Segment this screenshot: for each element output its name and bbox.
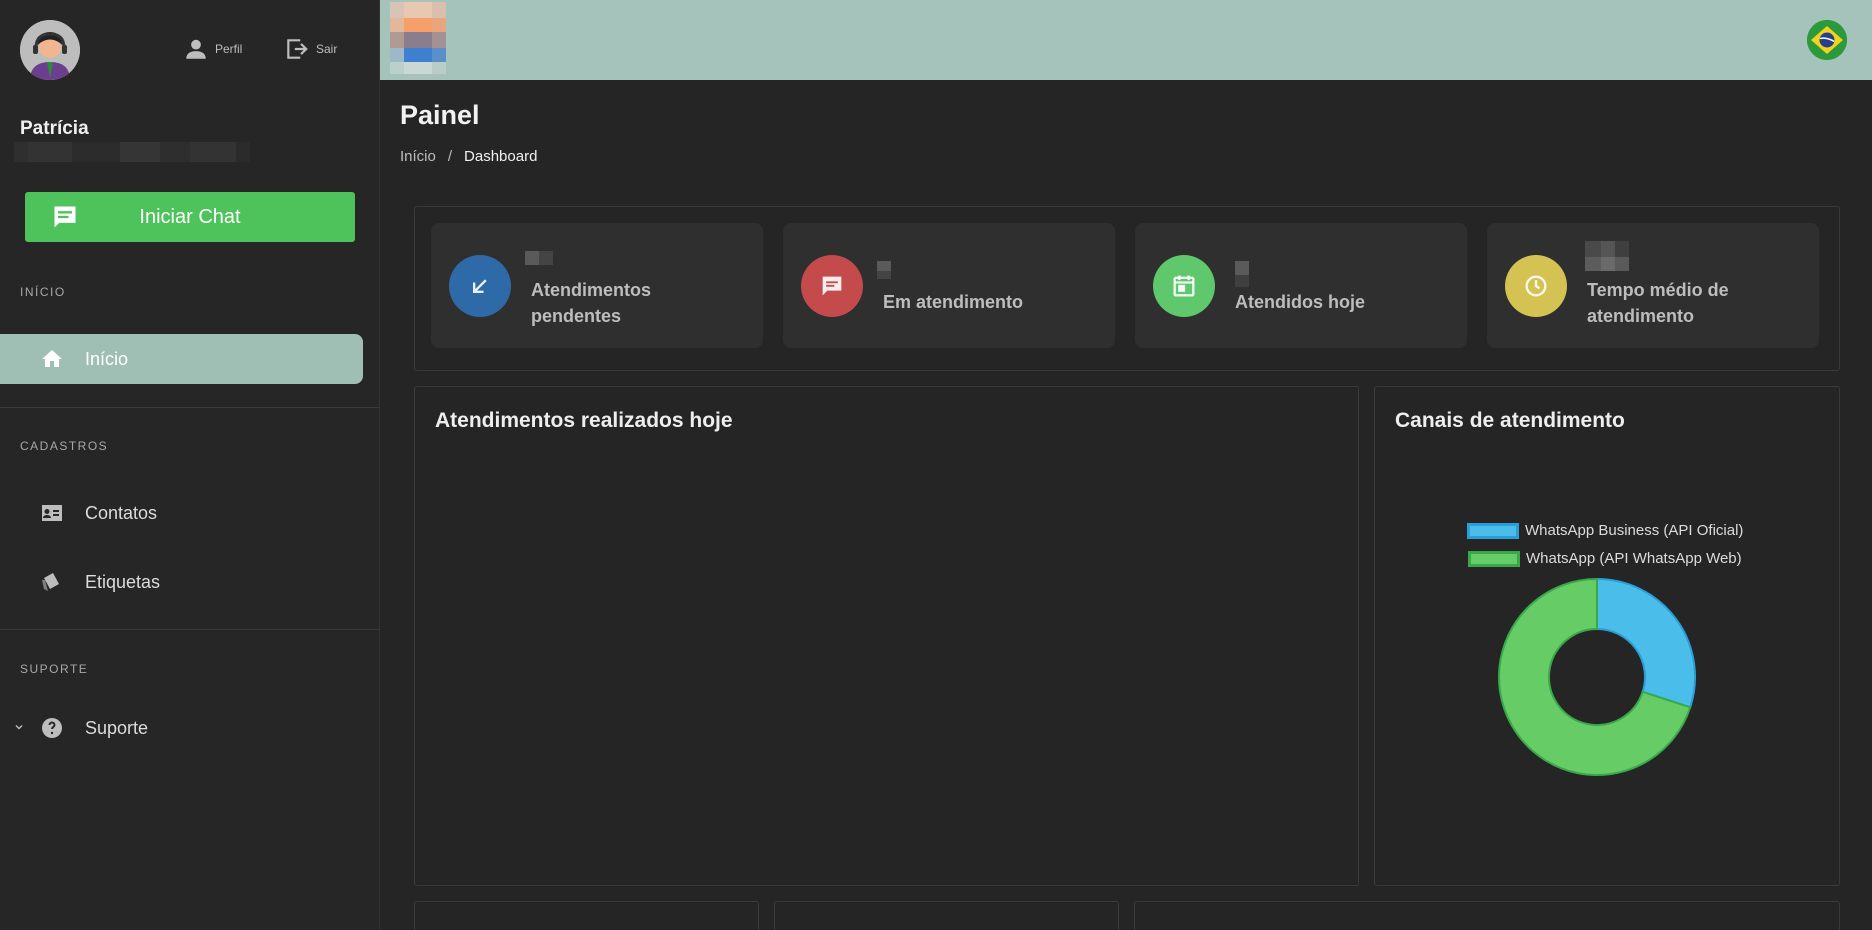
start-chat-button[interactable]: Iniciar Chat xyxy=(25,192,355,242)
tag-icon xyxy=(42,573,59,591)
logout-link[interactable]: Sair xyxy=(284,36,337,62)
stat-label-line2: pendentes xyxy=(531,306,622,326)
divider xyxy=(0,407,380,408)
section-cadastros: CADASTROS xyxy=(20,439,109,453)
breadcrumb: Início / Dashboard xyxy=(400,148,537,165)
chevron-down-icon xyxy=(15,725,23,730)
clock-icon xyxy=(1525,275,1547,297)
stat-icon-wrapper xyxy=(801,255,863,317)
breadcrumb-separator: / xyxy=(447,148,453,165)
stat-label-line1: Atendidos hoje xyxy=(1235,292,1365,312)
stat-card-in-progress: Em atendimento xyxy=(783,223,1115,348)
stat-label: Atendidos hoje xyxy=(1235,289,1365,315)
stat-value-redacted xyxy=(525,251,553,265)
help-icon xyxy=(42,718,62,738)
chat-icon xyxy=(822,276,842,296)
stat-label-line2: atendimento xyxy=(1587,306,1695,326)
donut-chart xyxy=(1498,577,1696,776)
home-icon xyxy=(42,350,62,367)
sidebar-item-etiquetas[interactable]: Etiquetas xyxy=(0,557,363,607)
brazil-flag-icon xyxy=(1807,20,1847,60)
legend-label: WhatsApp (API WhatsApp Web) xyxy=(1526,550,1742,567)
contact-card-icon xyxy=(42,505,62,521)
divider xyxy=(0,629,380,630)
stat-label-line1: Tempo médio de xyxy=(1587,280,1729,300)
page-title: Painel xyxy=(400,100,480,130)
sidebar-item-label: Suporte xyxy=(85,717,149,738)
language-flag-button[interactable] xyxy=(1807,20,1847,60)
sidebar-item-label: Etiquetas xyxy=(85,571,161,592)
sidebar-item-label: Início xyxy=(85,348,129,369)
breadcrumb-home[interactable]: Início xyxy=(400,148,436,165)
user-icon xyxy=(186,39,206,59)
legend-swatch xyxy=(1468,550,1520,567)
panel-bottom-2 xyxy=(774,901,1119,930)
panel-today-attendances: Atendimentos realizados hoje xyxy=(414,386,1359,886)
stat-label: Em atendimento xyxy=(883,289,1023,315)
sidebar: Perfil Sair Patrícia Iniciar Chat INÍCIO… xyxy=(0,0,380,930)
sidebar-item-inicio[interactable]: Início xyxy=(0,334,363,384)
arrow-down-left-icon xyxy=(473,279,487,293)
stat-card-avg-time: Tempo médio de atendimento xyxy=(1487,223,1819,348)
profile-label: Perfil xyxy=(215,42,243,56)
user-name: Patrícia xyxy=(20,118,89,139)
calendar-icon xyxy=(1173,275,1195,297)
sidebar-item-label: Contatos xyxy=(85,502,158,523)
donut-slice-0[interactable] xyxy=(1596,577,1696,709)
sidebar-item-contatos[interactable]: Contatos xyxy=(0,488,363,538)
stat-label-line1: Atendimentos xyxy=(531,280,652,300)
stat-label-line1: Em atendimento xyxy=(883,292,1024,312)
stat-value-redacted xyxy=(1235,261,1249,287)
section-suporte: SUPORTE xyxy=(20,662,89,676)
top-bar xyxy=(380,0,1872,80)
section-inicio: INÍCIO xyxy=(20,285,66,299)
stat-value-redacted xyxy=(877,261,891,279)
logout-label: Sair xyxy=(316,42,338,56)
sidebar-item-suporte[interactable]: Suporte xyxy=(0,703,363,753)
stat-card-pending: Atendimentos pendentes xyxy=(431,223,763,348)
profile-link[interactable]: Perfil xyxy=(183,36,242,62)
stat-icon-wrapper xyxy=(1153,255,1215,317)
panel-title: Atendimentos realizados hoje xyxy=(435,409,733,432)
panel-channels: Canais de atendimento WhatsApp Business … xyxy=(1374,386,1840,886)
user-email-redacted xyxy=(14,142,250,162)
stat-card-attended-today: Atendidos hoje xyxy=(1135,223,1467,348)
legend-item-1[interactable]: WhatsApp (API WhatsApp Web) xyxy=(1468,550,1742,567)
legend-swatch xyxy=(1467,522,1519,539)
logout-icon xyxy=(287,39,308,59)
stats-container: Atendimentos pendentes Em atendimento At… xyxy=(414,206,1840,371)
start-chat-label: Iniciar Chat xyxy=(139,205,241,228)
stat-label: Tempo médio de atendimento xyxy=(1587,277,1729,329)
panel-bottom-1 xyxy=(414,901,759,930)
stat-icon-wrapper xyxy=(449,255,511,317)
legend-item-0[interactable]: WhatsApp Business (API Oficial) xyxy=(1467,522,1743,539)
stat-value-redacted xyxy=(1585,241,1629,271)
stat-label: Atendimentos pendentes xyxy=(531,277,651,329)
breadcrumb-current: Dashboard xyxy=(464,148,538,165)
panel-bottom-3 xyxy=(1134,901,1840,930)
avatar[interactable] xyxy=(20,20,80,80)
panel-title: Canais de atendimento xyxy=(1395,409,1625,432)
legend-label: WhatsApp Business (API Oficial) xyxy=(1525,522,1744,539)
logo-redacted xyxy=(390,2,446,78)
stat-icon-wrapper xyxy=(1505,255,1567,317)
avatar-image xyxy=(20,20,80,80)
